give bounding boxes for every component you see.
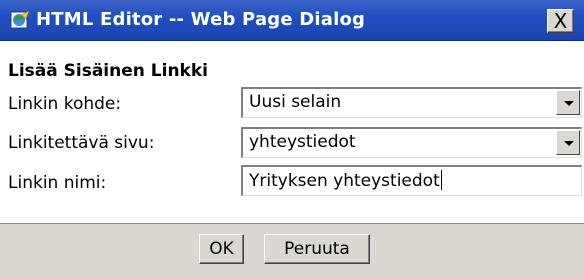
link-target-dropdown-button[interactable]	[556, 90, 580, 115]
link-target-select[interactable]: Uusi selain	[241, 87, 582, 118]
chevron-down-icon	[564, 101, 574, 106]
form-panel: Lisää Sisäinen Linkki Linkin kohde: Uusi…	[0, 41, 584, 224]
ok-button[interactable]: OK	[199, 234, 244, 264]
close-button[interactable]: X	[547, 9, 574, 33]
linked-page-dropdown-button[interactable]	[556, 130, 580, 155]
chevron-down-icon	[564, 141, 574, 146]
html-editor-dialog: HTML Editor -- Web Page Dialog X Lisää S…	[0, 0, 584, 279]
link-target-label: Linkin kohde:	[8, 94, 122, 114]
window-title: HTML Editor -- Web Page Dialog	[36, 9, 366, 30]
linked-page-select[interactable]: yhteystiedot	[241, 127, 582, 158]
form-heading: Lisää Sisäinen Linkki	[8, 61, 208, 81]
text-caret	[440, 170, 442, 190]
link-name-label: Linkin nimi:	[8, 173, 107, 193]
link-name-input[interactable]: Yrityksen yhteystiedot	[241, 165, 582, 196]
linked-page-value: yhteystiedot	[249, 132, 356, 152]
linked-page-label: Linkitettävä sivu:	[8, 133, 155, 153]
html-editor-icon	[10, 10, 30, 29]
link-name-value: Yrityksen yhteystiedot	[249, 171, 440, 191]
link-target-value: Uusi selain	[249, 92, 342, 112]
cancel-button[interactable]: Peruuta	[264, 234, 370, 264]
title-bar[interactable]: HTML Editor -- Web Page Dialog X	[0, 0, 584, 41]
